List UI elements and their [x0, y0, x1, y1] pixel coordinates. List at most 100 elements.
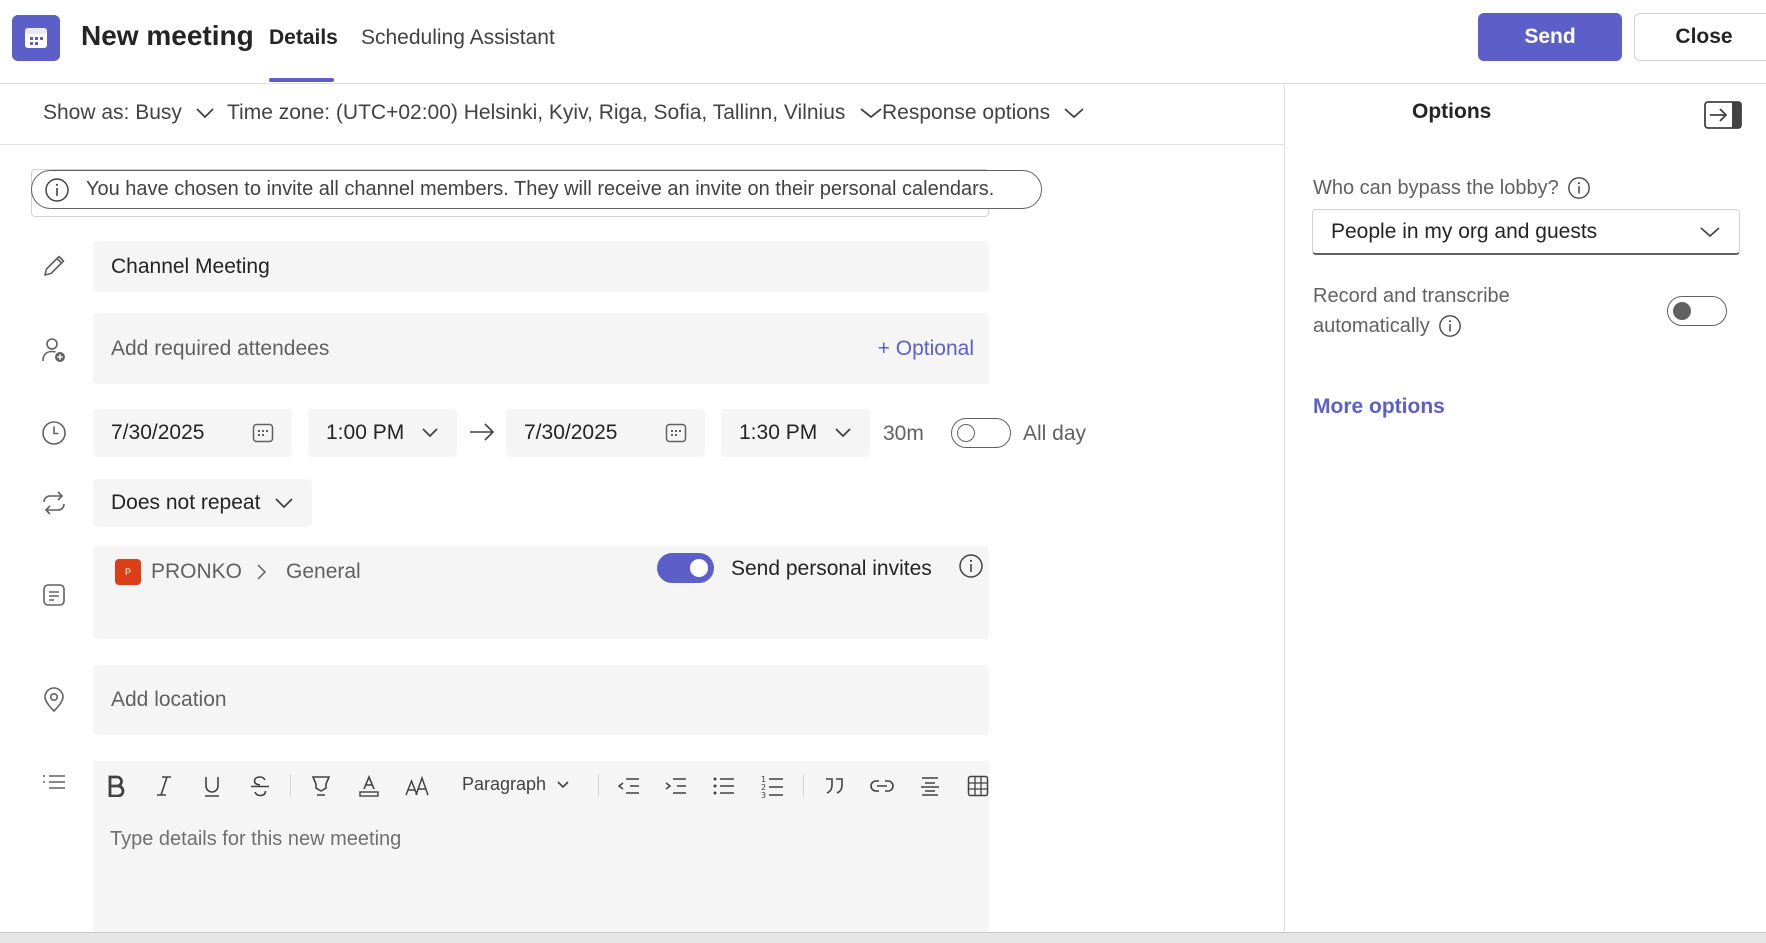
close-button[interactable]: Close — [1634, 13, 1766, 61]
table-icon — [967, 775, 989, 797]
link-button[interactable] — [867, 771, 897, 801]
location-icon — [40, 686, 68, 714]
attendees-field[interactable]: Add required attendees + Optional — [93, 313, 989, 384]
paragraph-style-dropdown[interactable]: Paragraph — [462, 774, 570, 795]
quote-icon — [826, 778, 843, 794]
repeat-value: Does not repeat — [111, 491, 261, 514]
text-list-icon — [40, 770, 68, 798]
table-button[interactable] — [963, 771, 993, 801]
time-zone-dropdown[interactable]: Time zone: (UTC+02:00) Helsinki, Kyiv, R… — [227, 101, 883, 125]
lobby-label-text: Who can bypass the lobby? — [1313, 176, 1559, 199]
increase-indent-icon — [665, 778, 686, 794]
channel-name: General — [286, 560, 361, 583]
chevron-down-icon — [860, 108, 882, 119]
chevron-right-icon — [256, 563, 268, 581]
info-icon[interactable] — [1438, 314, 1462, 338]
options-title: Options — [1412, 100, 1492, 123]
end-time-value: 1:30 PM — [739, 421, 818, 444]
font-color-icon — [359, 775, 379, 797]
horizontal-scrollbar[interactable] — [0, 932, 1766, 943]
collapse-panel-icon[interactable] — [1704, 101, 1742, 129]
pencil-icon — [40, 252, 68, 280]
toolbar-divider — [598, 774, 599, 796]
chevron-down-icon — [422, 428, 438, 438]
info-icon[interactable] — [1567, 176, 1591, 200]
attendees-placeholder: Add required attendees — [111, 336, 330, 360]
send-button[interactable]: Send — [1478, 13, 1622, 61]
team-avatar: P — [115, 559, 141, 585]
info-icon[interactable] — [958, 553, 984, 579]
chevron-down-icon — [835, 428, 851, 438]
start-date-value: 7/30/2025 — [111, 421, 205, 444]
calendar-app-icon — [12, 15, 60, 61]
tab-active-indicator — [269, 78, 334, 82]
banner-text: You have chosen to invite all channel me… — [86, 178, 995, 200]
underline-button[interactable] — [197, 771, 227, 801]
font-color-button[interactable] — [354, 771, 384, 801]
calendar-icon — [25, 28, 47, 48]
lobby-bypass-dropdown[interactable]: People in my org and guests — [1312, 209, 1740, 255]
meeting-details-editor[interactable]: Type details for this new meeting — [93, 811, 989, 932]
start-time-dropdown[interactable]: 1:00 PM — [308, 409, 457, 457]
italic-button[interactable] — [149, 771, 179, 801]
all-day-toggle[interactable] — [951, 418, 1011, 448]
show-as-label: Show as: Busy — [43, 101, 182, 124]
record-transcribe-toggle[interactable] — [1667, 296, 1727, 326]
title-value: Channel Meeting — [111, 254, 270, 278]
repeat-dropdown[interactable]: Does not repeat — [93, 479, 313, 527]
highlighter-icon — [311, 776, 331, 796]
numbered-list-button[interactable]: 123 — [757, 771, 787, 801]
optional-attendees-link[interactable]: + Optional — [878, 337, 974, 361]
bulleted-list-icon — [713, 777, 734, 795]
strikethrough-button[interactable] — [245, 771, 275, 801]
lobby-value: People in my org and guests — [1331, 219, 1598, 243]
quote-button[interactable] — [819, 771, 849, 801]
numbered-list-icon: 123 — [761, 775, 783, 798]
title-field[interactable]: Channel Meeting — [93, 241, 989, 292]
italic-icon — [157, 776, 171, 796]
paragraph-label: Paragraph — [462, 774, 547, 794]
info-icon — [45, 177, 69, 202]
calendar-icon — [252, 423, 274, 443]
chevron-down-icon — [1700, 226, 1720, 237]
location-field[interactable]: Add location — [93, 665, 989, 735]
decrease-indent-button[interactable] — [614, 771, 644, 801]
decrease-indent-icon — [617, 778, 639, 794]
response-options-dropdown[interactable]: Response options — [882, 101, 1084, 125]
underline-icon — [205, 777, 219, 797]
details-placeholder: Type details for this new meeting — [110, 828, 402, 850]
location-placeholder: Add location — [111, 688, 227, 711]
increase-indent-button[interactable] — [661, 771, 691, 801]
repeat-icon — [40, 489, 68, 517]
bulleted-list-button[interactable] — [709, 771, 739, 801]
font-size-button[interactable] — [402, 771, 432, 801]
chevron-down-icon — [275, 498, 294, 509]
strikethrough-icon — [251, 776, 269, 797]
horizontal-line-button[interactable] — [915, 771, 945, 801]
lobby-bypass-label: Who can bypass the lobby? — [1313, 176, 1591, 200]
record-label-line2: automatically — [1313, 315, 1430, 337]
send-personal-invites-label: Send personal invites — [731, 557, 932, 580]
tab-details[interactable]: Details — [269, 26, 338, 50]
send-personal-invites-toggle[interactable] — [657, 553, 714, 583]
chevron-down-icon — [557, 780, 569, 788]
align-center-icon — [921, 777, 939, 796]
duration-label: 30m — [883, 422, 924, 445]
more-options-link[interactable]: More options — [1313, 395, 1445, 419]
start-time-value: 1:00 PM — [326, 421, 405, 444]
page-title: New meeting — [81, 20, 254, 51]
end-time-dropdown[interactable]: 1:30 PM — [721, 409, 870, 457]
end-date-picker[interactable]: 7/30/2025 — [506, 409, 705, 457]
chevron-down-icon — [196, 108, 214, 119]
record-label-line1: Record and transcribe — [1313, 285, 1510, 307]
tab-scheduling-assistant[interactable]: Scheduling Assistant — [361, 26, 555, 50]
arrow-right-icon — [468, 421, 496, 443]
link-icon — [870, 780, 894, 792]
bold-icon — [108, 775, 125, 797]
bold-button[interactable] — [101, 771, 131, 801]
show-as-dropdown[interactable]: Show as: Busy — [43, 101, 214, 125]
channel-invite-banner: You have chosen to invite all channel me… — [31, 170, 1042, 209]
highlight-button[interactable] — [306, 771, 336, 801]
start-date-picker[interactable]: 7/30/2025 — [93, 409, 292, 457]
toolbar-divider — [290, 774, 291, 796]
